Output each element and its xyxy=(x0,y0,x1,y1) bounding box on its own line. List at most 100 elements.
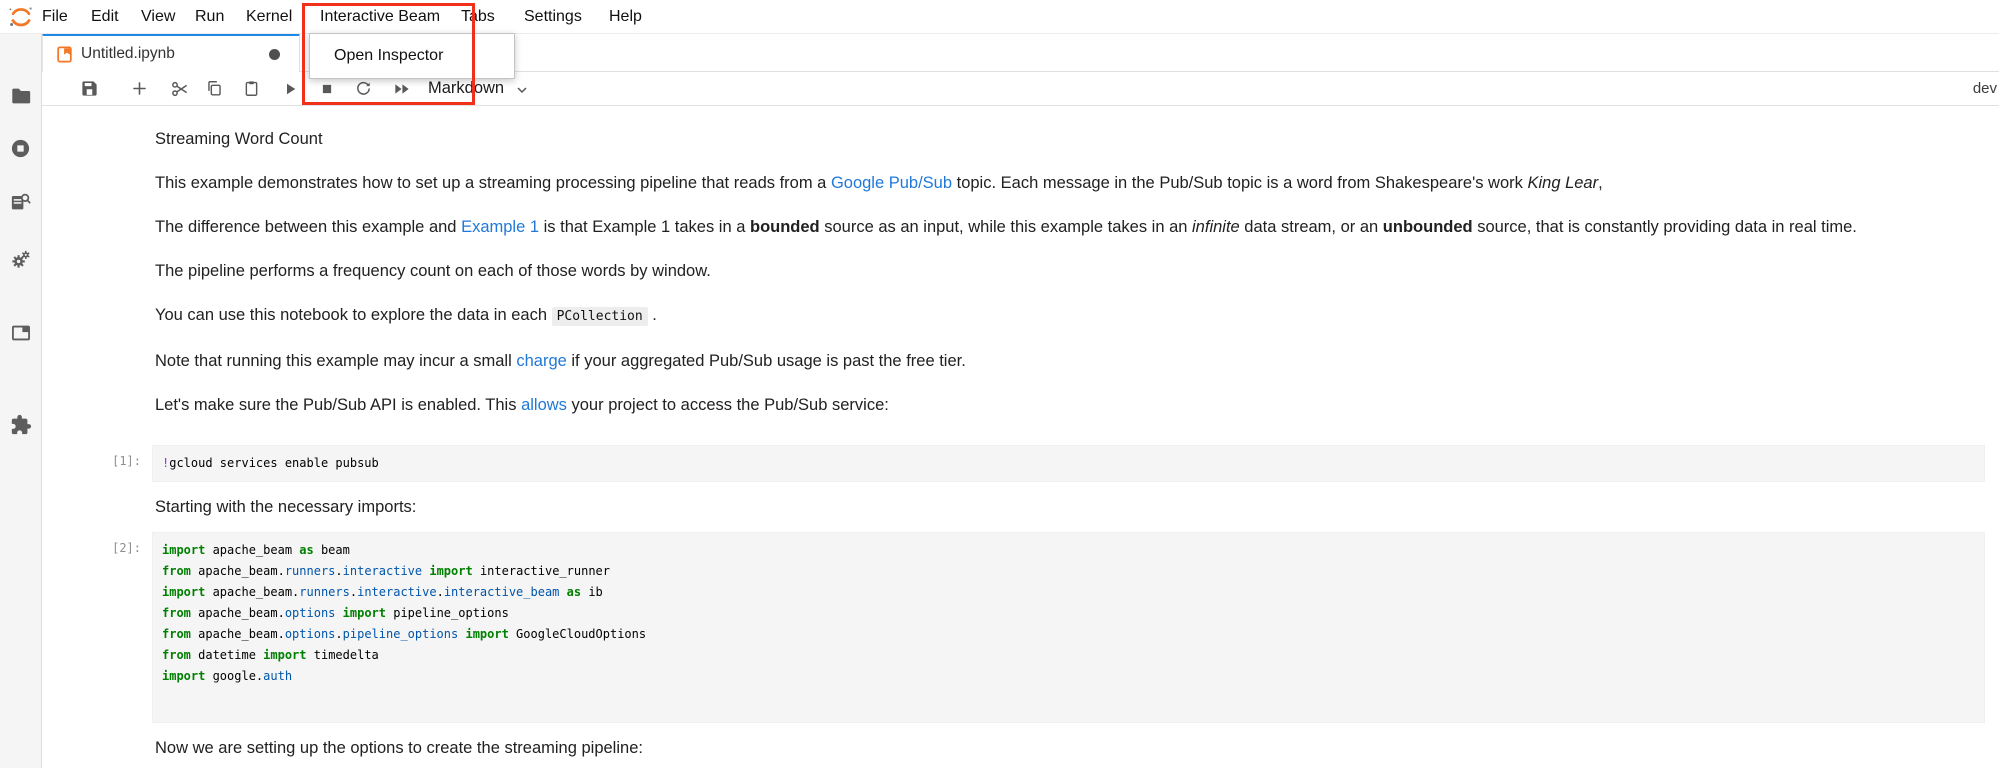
markdown-link[interactable]: Example 1 xyxy=(461,218,539,236)
markdown-link[interactable]: Google Pub/Sub xyxy=(831,174,952,192)
code-line: import apache_beam.runners.interactive.i… xyxy=(162,582,1974,603)
text-span: This example demonstrates how to set up … xyxy=(155,174,831,192)
restart-run-all-button[interactable] xyxy=(388,75,415,102)
markdown-rendered: Now we are setting up the options to cre… xyxy=(152,736,1985,760)
inline-code: PCollection xyxy=(552,307,648,326)
code-line: import apache_beam as beam xyxy=(162,540,1974,561)
text-span: topic. Each message in the Pub/Sub topic… xyxy=(952,174,1527,192)
menu-interactive-beam[interactable]: Interactive Beam xyxy=(320,0,440,33)
save-button[interactable] xyxy=(76,75,103,102)
text-span: Note that running this example may incur… xyxy=(155,352,516,370)
italic-text: infinite xyxy=(1192,218,1240,236)
unsaved-changes-indicator[interactable] xyxy=(269,49,280,60)
stop-icon xyxy=(318,80,336,98)
copy-icon xyxy=(205,79,224,98)
menu-settings[interactable]: Settings xyxy=(524,0,582,33)
cell-prompt xyxy=(42,736,152,760)
text-span: Starting with the necessary imports: xyxy=(155,498,416,516)
sidebar-property-inspector[interactable] xyxy=(0,237,41,281)
cell-prompt xyxy=(42,495,152,519)
notebook-content: Streaming Word Count This example demonst… xyxy=(42,106,1999,768)
code-editor[interactable]: import apache_beam as beamfrom apache_be… xyxy=(152,532,1985,723)
window-icon xyxy=(10,322,32,344)
interactive-beam-dropdown: Open Inspector xyxy=(309,33,515,79)
code-line: from datetime import timedelta xyxy=(162,645,1974,666)
text-span: data stream, or an xyxy=(1240,218,1383,236)
text-span: Let's make sure the Pub/Sub API is enabl… xyxy=(155,396,521,414)
code-cell: [2]:import apache_beam as beamfrom apach… xyxy=(42,532,1999,723)
markdown-paragraph: Starting with the necessary imports: xyxy=(155,495,1985,519)
interrupt-kernel-button[interactable] xyxy=(313,75,340,102)
play-icon xyxy=(281,80,299,98)
paste-cells-button[interactable] xyxy=(238,75,265,102)
menu-kernel[interactable]: Kernel xyxy=(246,0,292,33)
menu-tabs[interactable]: Tabs xyxy=(461,0,495,33)
scissors-icon xyxy=(170,79,190,99)
bold-text: unbounded xyxy=(1383,218,1473,236)
markdown-link[interactable]: allows xyxy=(521,396,567,414)
menu-item-open-inspector[interactable]: Open Inspector xyxy=(310,34,514,78)
text-span: is that Example 1 takes in a xyxy=(539,218,750,236)
markdown-cell: Now we are setting up the options to cre… xyxy=(42,736,1999,760)
text-span: The pipeline performs a frequency count … xyxy=(155,262,711,280)
code-line: from apache_beam.runners.interactive imp… xyxy=(162,561,1974,582)
menu-view[interactable]: View xyxy=(141,0,175,33)
plus-icon xyxy=(130,79,149,98)
text-span: . xyxy=(648,306,657,324)
text-span: your project to access the Pub/Sub servi… xyxy=(567,396,889,414)
code-line: import google.auth xyxy=(162,666,1974,687)
markdown-paragraph: This example demonstrates how to set up … xyxy=(155,171,1985,195)
menu-run[interactable]: Run xyxy=(195,0,224,33)
sidebar-command-palette[interactable] xyxy=(0,179,41,223)
jupyter-logo xyxy=(7,3,35,31)
menu-edit[interactable]: Edit xyxy=(91,0,119,33)
cut-cells-button[interactable] xyxy=(166,75,193,102)
text-span: source as an input, while this example t… xyxy=(820,218,1192,236)
tab-label: Untitled.ipynb xyxy=(81,36,175,72)
markdown-paragraph: You can use this notebook to explore the… xyxy=(155,303,1985,329)
cell-type-value: Markdown xyxy=(428,79,504,98)
text-span: Now we are setting up the options to cre… xyxy=(155,739,643,757)
dev-mode-label: dev xyxy=(1973,72,1997,105)
code-line: from apache_beam.options.pipeline_option… xyxy=(162,624,1974,645)
menu-help[interactable]: Help xyxy=(609,0,642,33)
markdown-paragraph: Note that running this example may incur… xyxy=(155,349,1985,373)
gears-icon xyxy=(9,248,32,271)
copy-cells-button[interactable] xyxy=(201,75,228,102)
sidebar-running-kernels[interactable] xyxy=(0,126,41,170)
fast-forward-icon xyxy=(392,79,412,99)
sidebar-extension-manager[interactable] xyxy=(0,403,41,447)
markdown-cell: Streaming Word Count This example demonst… xyxy=(42,127,1999,417)
markdown-rendered: Starting with the necessary imports: xyxy=(152,495,1985,519)
sidebar-file-browser[interactable] xyxy=(0,74,41,118)
code-line: !gcloud services enable pubsub xyxy=(162,453,1974,474)
run-cell-button[interactable] xyxy=(276,75,303,102)
markdown-cell: Starting with the necessary imports: xyxy=(42,495,1999,519)
chevron-down-icon xyxy=(514,82,530,98)
cell-prompt xyxy=(42,127,152,417)
clipboard-icon xyxy=(242,79,261,98)
text-span: You can use this notebook to explore the… xyxy=(155,306,552,324)
menu-file[interactable]: File xyxy=(42,0,68,33)
code-editor[interactable]: !gcloud services enable pubsub xyxy=(152,445,1985,482)
code-line: from apache_beam.options import pipeline… xyxy=(162,603,1974,624)
folder-icon xyxy=(10,85,32,107)
restart-icon xyxy=(354,79,373,98)
italic-text: King Lear xyxy=(1527,174,1598,192)
code-cell: [1]:!gcloud services enable pubsub xyxy=(42,445,1999,482)
markdown-link[interactable]: charge xyxy=(516,352,566,370)
markdown-paragraph: Now we are setting up the options to cre… xyxy=(155,736,1985,760)
puzzle-icon xyxy=(10,414,32,436)
markdown-paragraph: Streaming Word Count xyxy=(155,127,1985,151)
text-span: Streaming Word Count xyxy=(155,130,323,148)
text-span: , xyxy=(1598,174,1603,192)
restart-kernel-button[interactable] xyxy=(350,75,377,102)
text-span: if your aggregated Pub/Sub usage is past… xyxy=(567,352,966,370)
insert-cell-button[interactable] xyxy=(126,75,153,102)
tab-untitled-ipynb[interactable]: Untitled.ipynb xyxy=(42,33,300,72)
markdown-paragraph: The difference between this example and … xyxy=(155,215,1985,239)
cell-prompt: [2]: xyxy=(42,532,152,723)
palette-search-icon xyxy=(9,190,32,213)
sidebar-open-tabs[interactable] xyxy=(0,311,41,355)
left-sidebar xyxy=(0,33,42,768)
